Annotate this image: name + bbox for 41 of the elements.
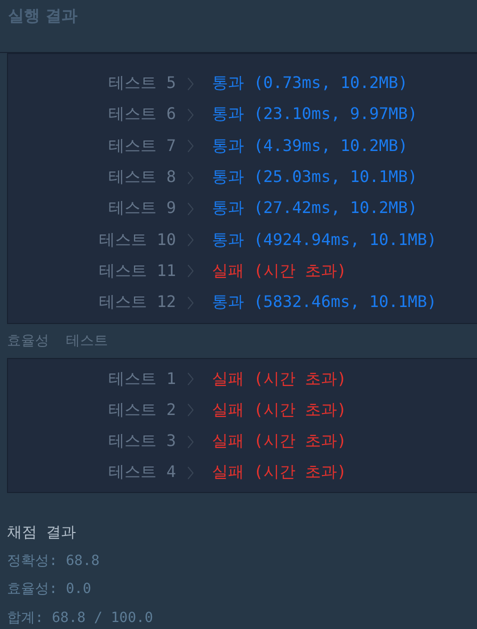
chevron-icon — [187, 76, 194, 91]
chevron-icon — [187, 434, 194, 449]
test-result: 실패 (시간 초과) — [212, 462, 347, 484]
test-label: 테스트 8 — [108, 167, 176, 188]
test-result: 통과 (5832.46ms, 10.1MB) — [212, 292, 437, 314]
test-result: 통과 (23.10ms, 9.97MB) — [212, 104, 418, 126]
test-label: 테스트 6 — [108, 104, 176, 126]
score-line: 정확성: 68.8 — [7, 552, 101, 571]
test-result: 통과 (27.42ms, 10.2MB) — [212, 198, 418, 220]
test-label: 테스트 1 — [108, 368, 176, 390]
chevron-icon — [187, 170, 194, 185]
chevron-icon — [187, 264, 194, 278]
test-label: 테스트 12 — [98, 292, 176, 314]
test-result: 통과 (25.03ms, 10.1MB) — [212, 167, 418, 188]
test-result: 통과 (4.39ms, 10.2MB) — [212, 136, 408, 157]
chevron-icon — [187, 233, 194, 248]
score-line: 합계: 68.8 / 100.0 — [7, 608, 154, 628]
test-result: 실패 (시간 초과) — [212, 400, 347, 421]
test-result: 통과 (4924.94ms, 10.1MB) — [212, 230, 437, 251]
test-label: 테스트 7 — [108, 136, 176, 157]
test-label: 테스트 11 — [98, 260, 176, 282]
chevron-icon — [187, 296, 194, 310]
chevron-icon — [187, 139, 194, 154]
test-result: 통과 (0.73ms, 10.2MB) — [212, 73, 408, 94]
score-line: 효율성: 0.0 — [7, 580, 92, 600]
test-label: 테스트 3 — [108, 431, 176, 452]
test-label: 테스트 9 — [108, 198, 176, 220]
chevron-icon — [187, 372, 194, 386]
chevron-icon — [187, 108, 194, 122]
chevron-icon — [187, 403, 194, 418]
test-label: 테스트 4 — [108, 462, 176, 484]
test-result: 실패 (시간 초과) — [212, 431, 347, 452]
test-label: 테스트 10 — [98, 230, 176, 251]
test-result: 실패 (시간 초과) — [212, 368, 347, 390]
test-result: 실패 (시간 초과) — [212, 260, 347, 282]
test-label: 테스트 2 — [108, 400, 176, 421]
grading-title: 채점 결과 — [7, 522, 78, 542]
test-label: 테스트 5 — [108, 73, 176, 94]
section-title: 효율성 테스트 — [6, 332, 109, 352]
chevron-icon — [187, 466, 194, 480]
chevron-icon — [187, 202, 194, 216]
